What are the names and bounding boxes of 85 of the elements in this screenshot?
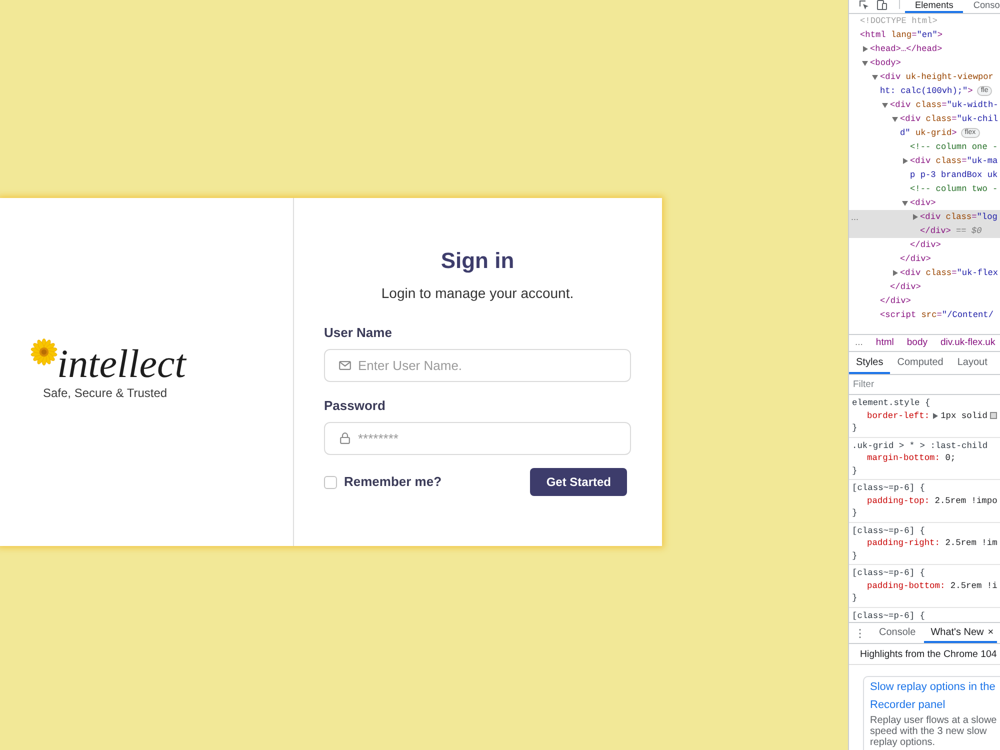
markup-line[interactable]: <div class="uk-width-	[890, 98, 998, 112]
cursor-box-icon[interactable]	[859, 0, 869, 10]
breadcrumb-link[interactable]: html	[876, 337, 894, 349]
css-selector: [class~=p-6] {	[852, 482, 925, 494]
password-field[interactable]: ********	[324, 422, 631, 455]
css-selector: .uk-grid > * > :last-child	[852, 440, 988, 452]
styles-pane-tab[interactable]: Layout	[950, 352, 994, 374]
remember-label[interactable]: Remember me?	[344, 474, 442, 490]
caret-right-icon[interactable]	[902, 158, 908, 164]
console-reference: == $0	[956, 225, 982, 238]
css-brace: }	[852, 507, 858, 520]
markup-line[interactable]: <head>…</head>	[870, 42, 942, 56]
markup-line[interactable]: p p-3 brandBox uk	[910, 168, 998, 182]
lock-icon	[340, 432, 350, 444]
markup-line[interactable]: <!-- column two -	[910, 182, 998, 196]
breadcrumb-link[interactable]: body	[906, 337, 928, 349]
phone-tablet-icon[interactable]	[877, 0, 887, 10]
css-brace: }	[852, 422, 858, 434]
sign-in-subtitle: Login to manage your account.	[381, 284, 574, 302]
markup-line[interactable]: d" uk-grid>	[900, 126, 957, 140]
drawer-tab[interactable]: What's New ×	[924, 623, 997, 643]
devtools-tab[interactable]: Elements	[905, 0, 964, 13]
markup-line[interactable]: </div>	[900, 252, 931, 266]
markup-line[interactable]: <div>	[910, 196, 936, 210]
article-summary: Replay user flows at a slowe speed with the 3 new slow replay options.	[870, 715, 998, 748]
whats-new-heading: Highlights from the Chrome 104	[860, 648, 997, 660]
caret-down-icon[interactable]	[872, 74, 878, 80]
css-value: 2.5rem !i	[950, 580, 998, 592]
color-swatch-icon[interactable]	[990, 412, 998, 420]
markup-line[interactable]: </div>	[890, 280, 921, 294]
css-brace: }	[852, 592, 858, 604]
css-value: 2.5rem !impo	[934, 494, 998, 507]
caret-down-icon[interactable]	[882, 102, 888, 108]
markup-line[interactable]: </div>	[920, 224, 951, 238]
caret-down-icon[interactable]	[902, 200, 908, 206]
drawer-tab[interactable]: Console	[871, 623, 924, 643]
breadcrumb-link[interactable]: div.uk-flex.uk	[940, 337, 996, 349]
caret-right-icon[interactable]	[892, 270, 898, 276]
article-link[interactable]: Slow replay options in the Recorder panel	[870, 678, 1000, 714]
markup-line[interactable]: <div uk-height-viewpor	[880, 70, 994, 84]
markup-line[interactable]: ht: calc(100vh);">	[880, 84, 973, 98]
markup-line[interactable]: <div class="uk-ma	[910, 154, 998, 168]
markup-line[interactable]: </div>	[910, 238, 941, 252]
markup-line[interactable]: <div class="uk-chil	[900, 112, 998, 126]
flower-icon	[30, 338, 58, 366]
field-label: User Name	[324, 325, 392, 341]
css-selector: [class~=p-6] {	[852, 610, 925, 622]
css-property: margin-bottom:	[867, 452, 940, 464]
username-field[interactable]: Enter User Name.	[324, 349, 631, 382]
field-label: Password	[324, 398, 386, 414]
devtools-tab[interactable]: Conso	[963, 0, 1000, 13]
markup-line[interactable]: <script src="/Content/	[880, 308, 994, 322]
markup-line[interactable]: <!-- column one -	[910, 140, 998, 154]
caret-down-icon[interactable]	[862, 60, 868, 66]
css-property: padding-bottom:	[867, 580, 946, 592]
css-value: 2.5rem !im	[945, 537, 998, 550]
markup-line[interactable]: <html lang="en">	[860, 28, 943, 42]
css-property: padding-top:	[867, 494, 930, 507]
remember-checkbox[interactable]	[324, 476, 337, 488]
caret-right-icon[interactable]	[912, 214, 918, 220]
css-selector: element.style {	[852, 397, 930, 410]
envelope-icon	[339, 361, 351, 370]
css-selector: [class~=p-6] {	[852, 567, 925, 580]
css-value: 1px solid	[940, 410, 988, 422]
markup-line[interactable]: <body>	[870, 56, 901, 70]
caret-down-icon[interactable]	[892, 116, 898, 122]
css-property: padding-right:	[867, 537, 940, 550]
markup-line[interactable]: <div class="uk-flex	[900, 266, 998, 280]
css-value: 0;	[945, 452, 956, 464]
markup-line[interactable]: <div class="log	[920, 210, 998, 224]
css-property: border-left:	[867, 410, 930, 422]
logo-tagline: Safe, Secure & Trusted	[43, 386, 168, 400]
sign-in-title: Sign in	[440, 247, 514, 275]
breadcrumb-more-button[interactable]: ...	[855, 337, 863, 349]
logo-wordmark: intellect	[57, 344, 186, 384]
caret-right-icon[interactable]	[862, 46, 868, 52]
css-selector: [class~=p-6] {	[852, 524, 925, 537]
menu-button[interactable]: ⋮	[849, 623, 871, 643]
css-brace: }	[852, 550, 858, 562]
caret-right-icon[interactable]	[932, 412, 938, 419]
close-button[interactable]: ×	[988, 626, 994, 638]
get-started-button[interactable]: Get Started	[530, 468, 627, 496]
css-brace: }	[852, 464, 858, 477]
markup-line[interactable]: </div>	[880, 294, 911, 308]
styles-pane-tab[interactable]: Computed	[890, 352, 950, 374]
